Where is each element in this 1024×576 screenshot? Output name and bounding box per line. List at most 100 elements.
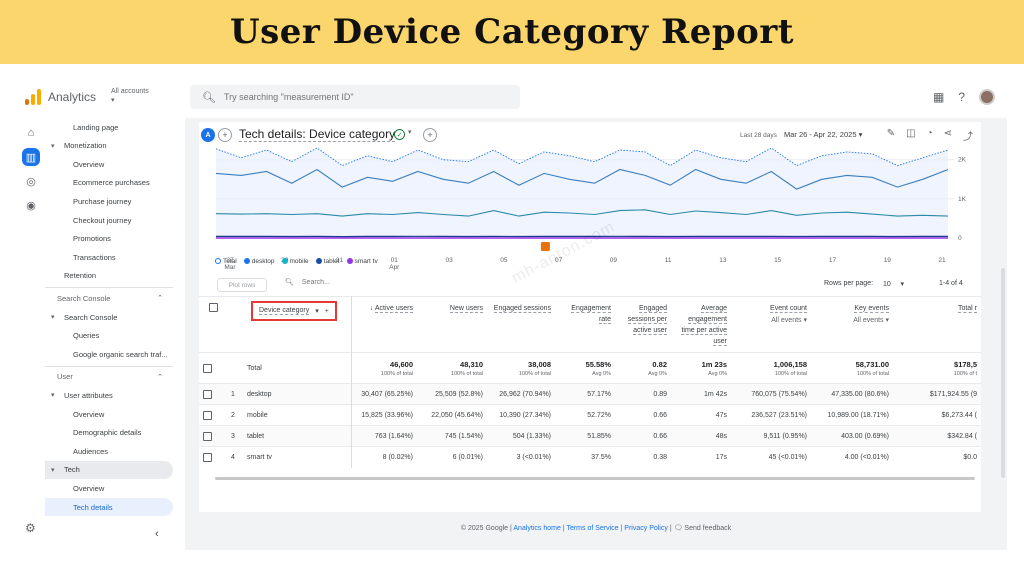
- event-filter-select[interactable]: All events ▾: [735, 316, 807, 324]
- section-header-search-console[interactable]: Search Console ⌃: [45, 289, 173, 307]
- column-header[interactable]: Engaged sessions: [487, 296, 555, 353]
- metric-cell: 1m 42s: [671, 383, 731, 405]
- sidebar-item[interactable]: Retention: [45, 267, 173, 285]
- x-tick-label: 13: [719, 257, 727, 264]
- table-search-input[interactable]: [301, 278, 502, 286]
- row-checkbox[interactable]: [203, 431, 212, 441]
- insights-icon[interactable]: ◔: [927, 128, 933, 143]
- trend-icon[interactable]: ⤴: [963, 128, 973, 143]
- column-header[interactable]: Event count All events ▾: [731, 296, 811, 353]
- column-header[interactable]: Key events All events ▾: [811, 296, 893, 353]
- event-filter-select[interactable]: All events ▾: [815, 316, 889, 324]
- explore-icon[interactable]: ◎: [22, 172, 40, 190]
- vertical-scrollbar[interactable]: [1001, 268, 1005, 478]
- metric-cell: 504 (1.33%): [487, 425, 555, 447]
- column-header[interactable]: ↓ Active users: [351, 296, 417, 353]
- sidebar-item[interactable]: Overview: [45, 405, 173, 423]
- sidebar-item[interactable]: Overview: [45, 479, 173, 497]
- add-comparison-button[interactable]: +: [218, 128, 232, 142]
- sidebar-item[interactable]: Queries: [45, 327, 173, 345]
- date-range-picker[interactable]: Last 28 days Mar 26 - Apr 22, 2025 ▾: [740, 130, 862, 139]
- column-header[interactable]: Total r: [893, 296, 981, 353]
- sidebar-item[interactable]: Landing page: [45, 118, 173, 136]
- column-header[interactable]: New users: [417, 296, 487, 353]
- horizontal-scrollbar[interactable]: [215, 477, 975, 480]
- divider: [45, 365, 173, 367]
- y-tick-label: 2K: [958, 157, 967, 164]
- legend-swatch: [215, 258, 221, 265]
- global-search[interactable]: 🔍︎: [190, 85, 520, 109]
- sidebar-item[interactable]: Search Console: [45, 308, 173, 326]
- add-dimension-icon[interactable]: +: [325, 308, 329, 315]
- total-subvalue: 100% of total: [380, 370, 413, 377]
- collapse-sidebar-icon[interactable]: ‹: [155, 528, 159, 540]
- metric-cell: 15,825 (33.96%): [351, 404, 417, 426]
- legend-item[interactable]: mobile: [281, 258, 309, 265]
- footer-link[interactable]: Terms of Service: [566, 525, 618, 532]
- select-cell: [199, 425, 227, 447]
- help-icon[interactable]: ?: [958, 90, 965, 104]
- legend-item[interactable]: Total: [215, 258, 237, 265]
- plot-rows-button[interactable]: Plot rows: [217, 278, 267, 292]
- home-icon[interactable]: ⌂: [22, 124, 40, 142]
- total-subvalue: 100% of total: [518, 370, 551, 377]
- legend-swatch: [281, 258, 288, 265]
- sidebar-item[interactable]: Google organic search traf...: [45, 345, 173, 363]
- column-header[interactable]: Engagement rate: [555, 296, 615, 353]
- sidebar-item[interactable]: Promotions: [45, 230, 173, 248]
- section-header-user[interactable]: User ⌃: [45, 368, 173, 386]
- settings-icon[interactable]: ⚙: [25, 521, 36, 535]
- table-row[interactable]: 2 mobile 15,825 (33.96%) 22,050 (45.64%) 10,…: [199, 404, 981, 426]
- legend-item[interactable]: smart tv: [346, 258, 378, 265]
- metric-cell: $171,924.55 (9: [893, 383, 981, 405]
- sidebar-item[interactable]: Purchase journey: [45, 192, 173, 210]
- sidebar-item[interactable]: Ecommerce purchases: [45, 174, 173, 192]
- chevron-up-icon: ⌃: [157, 295, 163, 303]
- column-header[interactable]: Engaged sessions per active user: [615, 296, 671, 353]
- column-header-label: Engaged sessions: [493, 305, 551, 313]
- add-filter-button[interactable]: +: [423, 128, 437, 142]
- legend-item[interactable]: tablet: [315, 258, 340, 265]
- dimension-selector[interactable]: Device category ▾ +: [251, 301, 337, 321]
- footer-link[interactable]: Privacy Policy: [624, 525, 668, 532]
- compare-icon[interactable]: ◫: [906, 128, 915, 143]
- table-row[interactable]: 4 smart tv 8 (0.02%) 6 (0.01%) 3 (<0.01%) 37.…: [199, 446, 981, 468]
- sidebar-item[interactable]: User attributes: [45, 386, 173, 404]
- total-value: 48,310: [460, 359, 483, 369]
- account-picker[interactable]: All accounts ▾: [111, 88, 149, 104]
- sidebar-item[interactable]: Tech details: [45, 498, 173, 516]
- table-search[interactable]: 🔍︎: [285, 278, 502, 286]
- page-title[interactable]: Tech details: Device category: [239, 127, 396, 142]
- sidebar-item[interactable]: Audiences: [45, 442, 173, 460]
- table-row[interactable]: 1 desktop 30,407 (65.25%) 25,509 (52.8%) 26,…: [199, 383, 981, 405]
- total-value: 0.82: [652, 359, 667, 369]
- global-search-input[interactable]: [223, 92, 504, 102]
- row-checkbox[interactable]: [203, 363, 212, 373]
- sidebar-item[interactable]: Demographic details: [45, 424, 173, 442]
- table-row[interactable]: 3 tablet 763 (1.64%) 745 (1.54%) 504 (1.33%)…: [199, 425, 981, 447]
- row-checkbox[interactable]: [203, 389, 212, 399]
- sidebar-item[interactable]: Tech: [45, 460, 173, 479]
- column-header[interactable]: Average engagement time per active user: [671, 296, 731, 353]
- select-all-checkbox[interactable]: [208, 303, 218, 312]
- advertising-icon[interactable]: ◉: [22, 196, 40, 214]
- comparison-avatar[interactable]: A: [201, 128, 215, 142]
- row-checkbox[interactable]: [203, 452, 212, 462]
- total-area: [216, 148, 948, 238]
- sidebar-item[interactable]: Checkout journey: [45, 211, 173, 229]
- sidebar-item[interactable]: Overview: [45, 155, 173, 173]
- reports-icon[interactable]: ▥: [22, 148, 40, 166]
- metric-cell: 0.66: [615, 404, 671, 426]
- send-feedback-link[interactable]: Send feedback: [684, 525, 731, 532]
- sidebar-item[interactable]: Transactions: [45, 248, 173, 266]
- edit-report-icon[interactable]: ✎: [887, 128, 895, 143]
- chevron-down-icon[interactable]: ▾: [408, 128, 412, 136]
- avatar[interactable]: [979, 89, 995, 105]
- rows-per-page-select[interactable]: 10 ▾: [883, 280, 904, 288]
- share-icon[interactable]: ⋖: [944, 128, 952, 143]
- footer-link[interactable]: Analytics home: [513, 525, 560, 532]
- legend-item[interactable]: desktop: [243, 258, 275, 265]
- apps-icon[interactable]: ▦: [933, 90, 944, 104]
- row-checkbox[interactable]: [203, 410, 212, 420]
- sidebar-item[interactable]: Monetization: [45, 137, 173, 155]
